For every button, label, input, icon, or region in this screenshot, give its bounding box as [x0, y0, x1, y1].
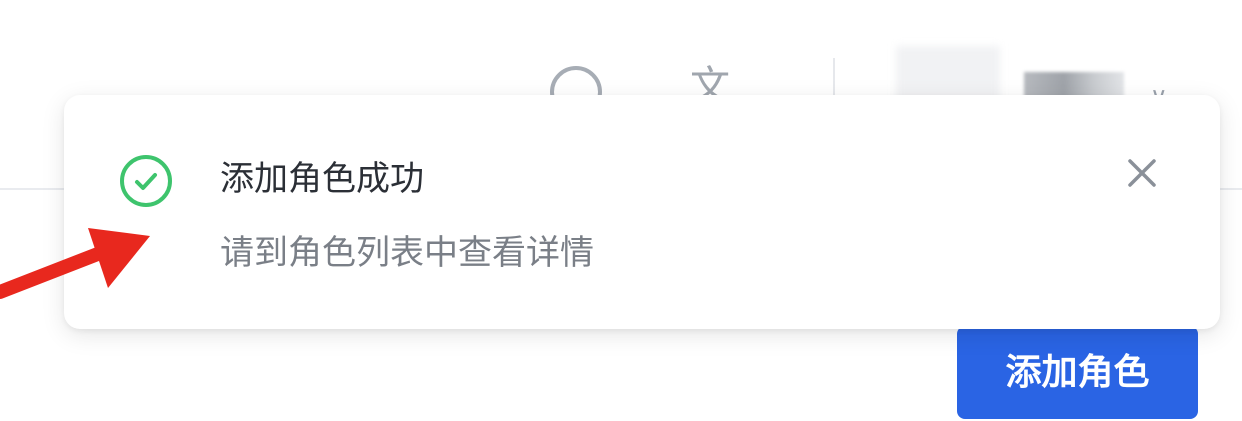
- check-circle-icon: [120, 155, 172, 207]
- success-notification: 添加角色成功 请到角色列表中查看详情: [64, 95, 1220, 329]
- notification-title: 添加角色成功: [220, 159, 424, 199]
- close-icon[interactable]: [1122, 153, 1162, 193]
- notification-description: 请到角色列表中查看详情: [220, 233, 594, 273]
- add-role-button[interactable]: 添加角色: [957, 326, 1198, 419]
